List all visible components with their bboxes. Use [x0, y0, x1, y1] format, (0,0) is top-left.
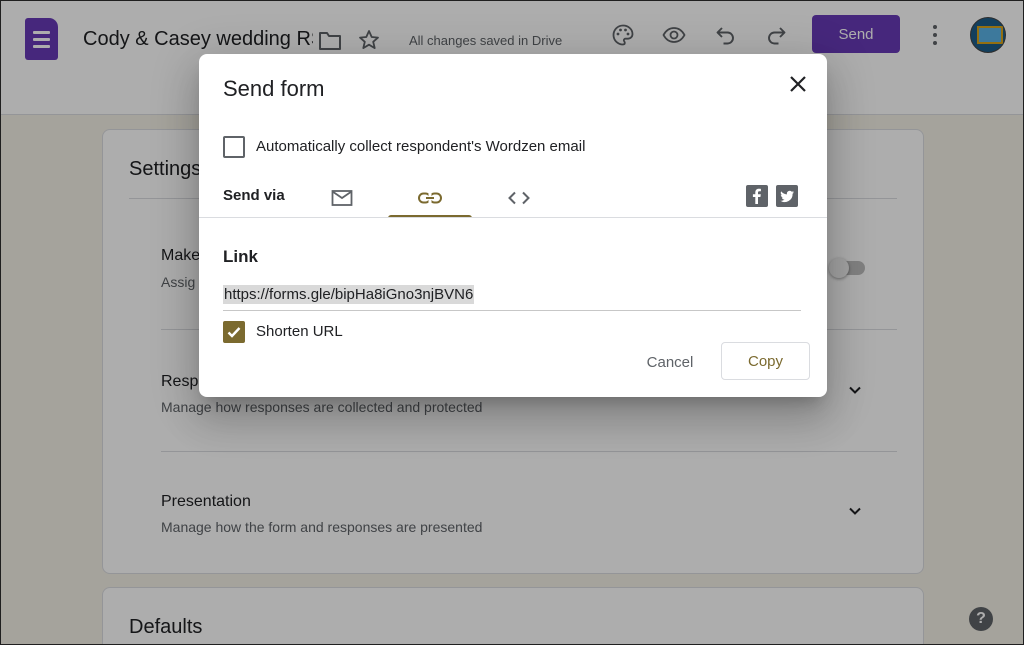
- mail-icon: [331, 190, 353, 206]
- collect-email-checkbox[interactable]: [223, 136, 245, 158]
- link-heading: Link: [223, 247, 258, 266]
- twitter-icon[interactable]: [776, 185, 798, 207]
- tab-link[interactable]: [388, 178, 472, 218]
- dialog-title: Send form: [223, 76, 325, 101]
- shorten-url-label[interactable]: Shorten URL: [256, 323, 343, 340]
- send-form-dialog: Send form Automatically collect responde…: [199, 54, 827, 397]
- check-icon: [227, 327, 241, 338]
- send-via-label: Send via: [223, 187, 285, 204]
- close-icon[interactable]: [786, 72, 810, 96]
- tab-embed[interactable]: [477, 178, 561, 218]
- tabs-divider: [199, 217, 827, 218]
- link-url-text[interactable]: https://forms.gle/bipHa8iGno3njBVN6: [223, 285, 475, 304]
- collect-email-label[interactable]: Automatically collect respondent's Wordz…: [256, 138, 585, 155]
- link-url-field[interactable]: https://forms.gle/bipHa8iGno3njBVN6: [223, 285, 801, 311]
- facebook-icon[interactable]: [746, 185, 768, 207]
- shorten-url-checkbox[interactable]: [223, 321, 245, 343]
- app-window: Cody & Casey wedding RS All changes save…: [0, 0, 1024, 645]
- link-icon: [418, 192, 442, 204]
- tab-email[interactable]: [300, 178, 384, 218]
- copy-button[interactable]: Copy: [721, 342, 810, 380]
- cancel-button[interactable]: Cancel: [635, 344, 705, 380]
- code-icon: [508, 191, 530, 205]
